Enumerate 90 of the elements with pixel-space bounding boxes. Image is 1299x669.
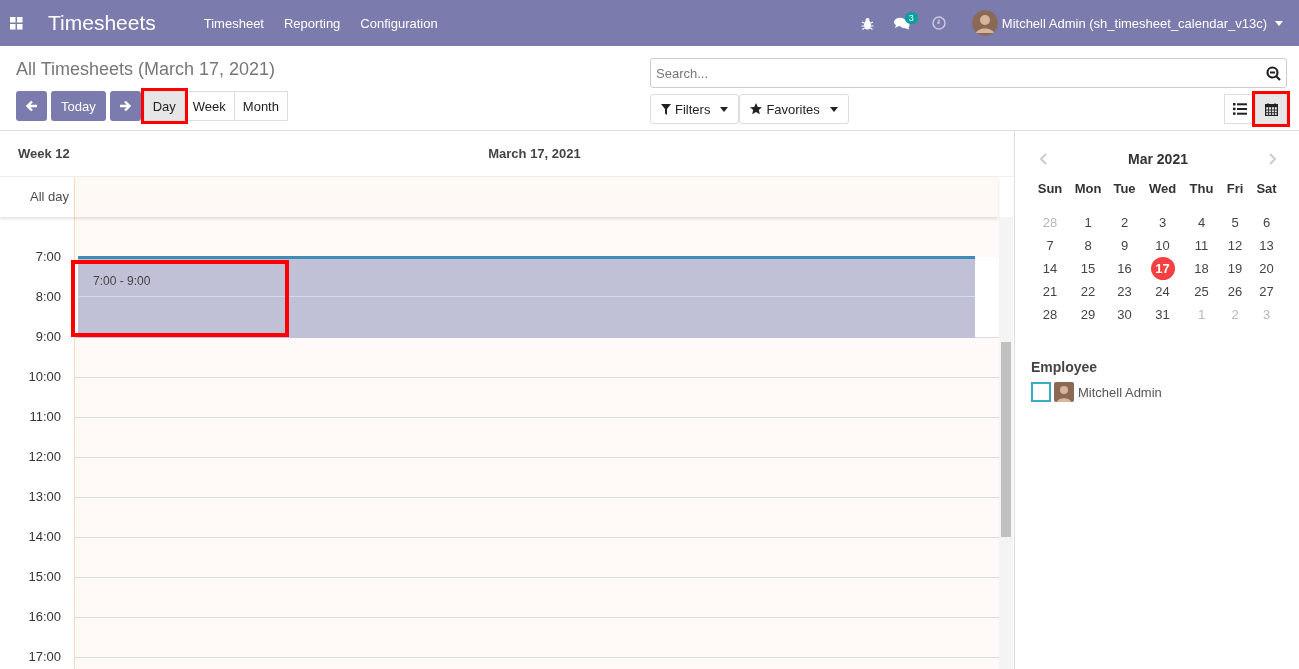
notification-badge: 3	[904, 11, 918, 24]
time-slot[interactable]	[75, 217, 999, 257]
calendar-day[interactable]: 19	[1223, 257, 1247, 280]
calendar-day[interactable]: 21	[1038, 280, 1062, 303]
hour-label: 8:00	[35, 289, 61, 304]
hour-label: 9:00	[35, 329, 61, 344]
weekday-label: Sat	[1255, 181, 1278, 198]
employee-name[interactable]: Mitchell Admin	[1078, 384, 1162, 400]
calendar-day[interactable]: 29	[1076, 303, 1100, 326]
calendar-day[interactable]: 17	[1150, 257, 1175, 280]
calendar-day[interactable]: 11	[1189, 234, 1214, 257]
calendar-day[interactable]: 20	[1254, 257, 1279, 280]
employee-checkbox[interactable]	[1031, 382, 1051, 402]
calendar-day[interactable]: 2	[1112, 211, 1137, 234]
calendar-day[interactable]: 30	[1112, 303, 1137, 326]
menu-item[interactable]: Timesheet	[203, 15, 264, 31]
calendar-day[interactable]: 1	[1076, 211, 1100, 234]
weekday-label: Sun	[1036, 181, 1064, 198]
week-number: Week 12	[17, 146, 71, 161]
avatar-silhouette	[1054, 382, 1074, 402]
filter-title: Employee	[1031, 359, 1099, 375]
weekday-label: Wed	[1147, 181, 1178, 198]
calendar-day[interactable]: 18	[1189, 257, 1214, 280]
search-icon[interactable]	[1266, 66, 1281, 81]
calendar-view-button[interactable]	[1255, 94, 1287, 124]
calendar-day[interactable]: 24	[1150, 280, 1175, 303]
user-menu[interactable]: Mitchell Admin (sh_timesheet_calendar_v13c)	[1001, 15, 1283, 31]
clock-icon[interactable]	[931, 16, 946, 30]
hour-label: 13:00	[28, 489, 61, 504]
menu-item[interactable]: Reporting	[284, 15, 341, 31]
weekday-label: Mon	[1073, 181, 1103, 198]
hour-label: 15:00	[28, 569, 61, 584]
filters-button[interactable]: Filters	[650, 94, 740, 124]
calendar-icon[interactable]	[1264, 102, 1278, 116]
calendar-day[interactable]: 12	[1223, 234, 1247, 257]
calendar-day[interactable]: 15	[1076, 257, 1100, 280]
calendar-day[interactable]: 3	[1150, 211, 1175, 234]
calendar-day[interactable]: 26	[1223, 280, 1247, 303]
menu-item[interactable]: Configuration	[360, 15, 438, 31]
hour-label: 16:00	[28, 609, 61, 624]
scrollbar[interactable]	[999, 217, 1013, 669]
hour-label: 14:00	[28, 529, 61, 544]
calendar-day[interactable]: 23	[1112, 280, 1137, 303]
breadcrumb-title: All Timesheets (March 17, 2021)	[16, 58, 277, 81]
weekday-label: Fri	[1225, 181, 1245, 198]
calendar-day[interactable]: 14	[1038, 257, 1062, 280]
calendar-day[interactable]: 5	[1223, 211, 1247, 234]
calendar-day[interactable]: 22	[1076, 280, 1100, 303]
event-time: 7:00 - 9:00	[93, 274, 151, 288]
all-day-cell[interactable]	[75, 177, 998, 217]
today-button[interactable]: Today	[51, 91, 106, 121]
calendar-day[interactable]: 25	[1189, 280, 1214, 303]
calendar-day[interactable]: 16	[1112, 257, 1137, 280]
calendar-day[interactable]: 7	[1038, 234, 1062, 257]
calendar-day[interactable]: 31	[1150, 303, 1175, 326]
list-icon[interactable]	[1233, 103, 1247, 115]
calendar-day[interactable]: 6	[1254, 211, 1279, 234]
day-header: March 17, 2021	[487, 146, 582, 161]
hour-label: 10:00	[28, 369, 61, 384]
bug-icon[interactable]	[860, 16, 874, 30]
weekday-label: Tue	[1112, 181, 1137, 198]
star-icon[interactable]	[750, 103, 763, 115]
timesheet-event-block[interactable]	[78, 256, 975, 298]
scale-tab[interactable]: Month	[233, 91, 288, 121]
calendar-day[interactable]: 27	[1254, 280, 1279, 303]
hour-label: 11:00	[29, 409, 61, 424]
calendar-day[interactable]: 4	[1189, 211, 1214, 234]
hour-label: 12:00	[28, 449, 61, 464]
filter-funnel-icon[interactable]	[661, 103, 671, 115]
favorites-button[interactable]: Favorites	[739, 94, 849, 124]
calendar-day[interactable]: 8	[1076, 234, 1100, 257]
calendar-day[interactable]: 13	[1254, 234, 1279, 257]
left-arrow-icon[interactable]	[25, 100, 38, 112]
previous-button[interactable]	[16, 91, 47, 121]
avatar-silhouette[interactable]	[971, 10, 998, 36]
calendar-day[interactable]: 28	[1038, 303, 1062, 326]
hour-label: 17:00	[28, 649, 61, 664]
month-title: Mar 2021	[1128, 151, 1188, 167]
caret-icon[interactable]	[829, 106, 838, 112]
search-field[interactable]: Search...	[650, 58, 1287, 88]
app-title: Timesheets	[48, 11, 156, 35]
scale-tab[interactable]: Day	[143, 91, 185, 121]
right-arrow-icon[interactable]	[119, 100, 132, 112]
hour-label: 7:00	[35, 249, 61, 264]
caret-icon[interactable]	[720, 106, 729, 112]
calendar-day[interactable]: 9	[1112, 234, 1137, 257]
apps-menu-icon[interactable]	[10, 16, 23, 30]
calendar-day[interactable]: 10	[1150, 234, 1175, 257]
next-button[interactable]	[109, 91, 141, 121]
weekday-label: Thu	[1188, 181, 1215, 198]
